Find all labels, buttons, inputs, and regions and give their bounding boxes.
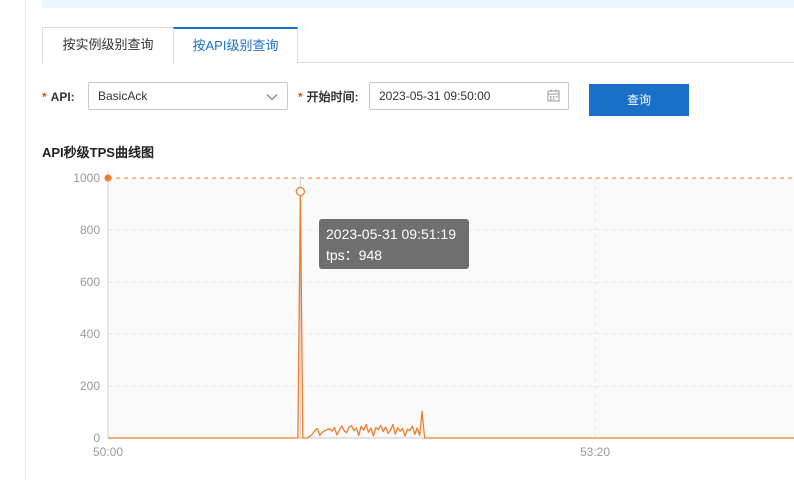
query-form: * API: BasicAck * 开始时间: 2023-05-31 09:50:0… bbox=[42, 82, 794, 116]
start-time-input[interactable]: 2023-05-31 09:50:00 bbox=[369, 82, 569, 110]
y-axis: 0 200 400 600 800 1000 bbox=[73, 171, 109, 445]
start-time-value: 2023-05-31 09:50:00 bbox=[379, 89, 491, 103]
y-tick-label: 800 bbox=[80, 223, 100, 237]
plot-background bbox=[108, 178, 794, 438]
tab-api-level[interactable]: 按API级别查询 bbox=[173, 27, 298, 64]
chart-tooltip: 2023-05-31 09:51:19 tps：948 bbox=[319, 219, 469, 269]
tab-bar: 按实例级别查询 按API级别查询 bbox=[42, 27, 794, 64]
y-tick-label: 1000 bbox=[73, 171, 100, 185]
y-tick-label: 0 bbox=[93, 431, 100, 445]
api-label: * API: bbox=[42, 82, 75, 112]
tooltip-tps: tps：948 bbox=[326, 247, 383, 263]
tps-line-chart: 0 200 400 600 800 1000 50:00 53:20 bbox=[73, 171, 794, 459]
top-banner bbox=[42, 0, 794, 8]
tooltip-time: 2023-05-31 09:51:19 bbox=[326, 226, 456, 242]
api-label-text: API: bbox=[50, 90, 75, 104]
x-tick-label: 53:20 bbox=[580, 445, 610, 459]
required-mark: * bbox=[298, 90, 303, 104]
query-button[interactable]: 查询 bbox=[589, 84, 689, 116]
y-tick-label: 400 bbox=[80, 327, 100, 341]
start-time-label-text: 开始时间: bbox=[306, 90, 359, 104]
tab-instance-level[interactable]: 按实例级别查询 bbox=[42, 27, 174, 63]
required-mark: * bbox=[42, 90, 47, 104]
x-tick-label: 50:00 bbox=[93, 445, 123, 459]
y-tick-label: 600 bbox=[80, 275, 100, 289]
chart-title: API秒级TPS曲线图 bbox=[42, 145, 154, 160]
chevron-down-icon bbox=[266, 94, 278, 101]
highlighted-point bbox=[295, 186, 306, 197]
calendar-icon bbox=[547, 89, 560, 102]
x-axis: 50:00 53:20 bbox=[93, 437, 794, 459]
api-select-value: BasicAck bbox=[98, 89, 148, 103]
y-tick-label: 200 bbox=[80, 379, 100, 393]
chart-grid bbox=[108, 178, 794, 438]
mark-line-start-point bbox=[104, 174, 112, 182]
start-time-label: * 开始时间: bbox=[298, 82, 359, 112]
api-select[interactable]: BasicAck bbox=[88, 82, 288, 110]
